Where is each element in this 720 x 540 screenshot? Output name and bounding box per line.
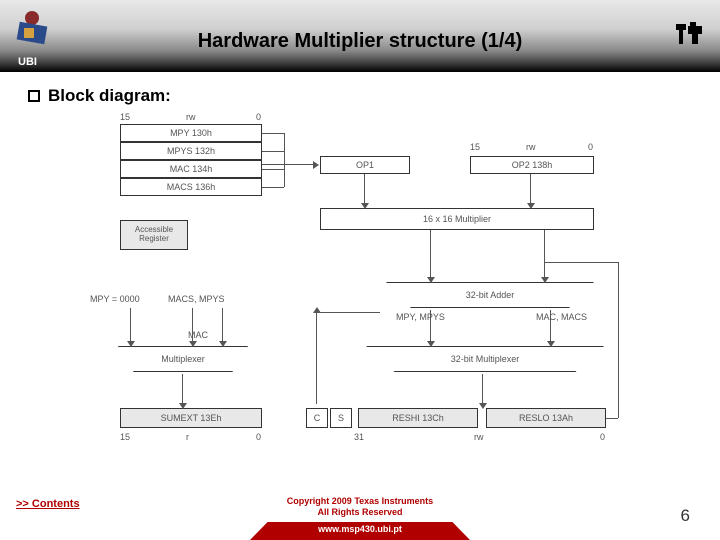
multiplier-block: 16 x 16 Multiplier — [320, 208, 594, 230]
bit-0-right: 0 — [588, 142, 593, 152]
wire — [544, 230, 545, 278]
lbl-mpy-mpys: MPY, MPYS — [396, 312, 445, 322]
footer-url: www.msp430.ubi.pt — [0, 524, 720, 534]
wire — [430, 310, 431, 342]
bit-15-right: 15 — [470, 142, 480, 152]
copyright-line2: All Rights Reserved — [0, 507, 720, 518]
rw-res: rw — [474, 432, 484, 442]
lbl-macs-mpys: MACS, MPYS — [168, 294, 225, 304]
bullet-text: Block diagram: — [48, 86, 171, 106]
r-sum: r — [186, 432, 189, 442]
lbl-mpy0000: MPY = 0000 — [90, 294, 140, 304]
reg-mac: MAC 134h — [120, 160, 262, 178]
multiplexer-block: Multiplexer — [118, 346, 248, 372]
rw-right: rw — [526, 142, 536, 152]
wire — [222, 308, 223, 342]
slide-title: Hardware Multiplier structure (1/4) — [0, 20, 720, 53]
rw-left: rw — [186, 112, 196, 122]
wire — [316, 312, 380, 313]
wire — [430, 230, 431, 278]
block-diagram: 15 rw 0 MPY 130h MPYS 132h MAC 134h MACS… — [90, 112, 630, 472]
wire — [364, 174, 365, 204]
wire — [482, 374, 483, 404]
wire — [262, 151, 284, 152]
wire — [192, 308, 193, 342]
wire — [182, 374, 183, 404]
bullet-icon — [28, 90, 40, 102]
bit-0-left: 0 — [256, 112, 261, 122]
bullet-heading: Block diagram: — [28, 86, 692, 106]
ubi-logo — [10, 6, 54, 50]
reg-reslo: RESLO 13Ah — [486, 408, 606, 428]
wire — [550, 310, 551, 342]
bit-15-sum: 15 — [120, 432, 130, 442]
adder-block: 32-bit Adder — [386, 282, 594, 308]
reg-op2: OP2 138h — [470, 156, 594, 174]
reg-c: C — [306, 408, 328, 428]
footer: >> Contents Copyright 2009 Texas Instrum… — [0, 488, 720, 540]
accessible-register: Accessible Register — [120, 220, 188, 250]
wire — [262, 164, 314, 165]
reg-sumext: SUMEXT 13Eh — [120, 408, 262, 428]
header-bar: Hardware Multiplier structure (1/4) UBI — [0, 0, 720, 72]
ubi-label: UBI — [18, 56, 37, 68]
lbl-mac: MAC — [188, 330, 208, 340]
reg-mpy: MPY 130h — [120, 124, 262, 142]
wire — [316, 312, 317, 404]
wire — [262, 169, 284, 170]
wire — [262, 187, 284, 188]
copyright: Copyright 2009 Texas Instruments All Rig… — [0, 496, 720, 518]
page-number: 6 — [681, 506, 690, 526]
wire — [130, 308, 131, 342]
wire — [530, 174, 531, 204]
reg-mpys: MPYS 132h — [120, 142, 262, 160]
reg-s: S — [330, 408, 352, 428]
reg-op1: OP1 — [320, 156, 410, 174]
copyright-line1: Copyright 2009 Texas Instruments — [0, 496, 720, 507]
wire — [284, 133, 285, 187]
reg-macs: MACS 136h — [120, 178, 262, 196]
wire — [544, 262, 618, 263]
lbl-mac-macs: MAC, MACS — [536, 312, 587, 322]
ti-logo — [672, 16, 708, 52]
wire — [262, 133, 284, 134]
big-multiplexer-block: 32-bit Multiplexer — [366, 346, 604, 372]
bit-0-sum: 0 — [256, 432, 261, 442]
wire — [606, 418, 618, 419]
reg-reshi: RESHI 13Ch — [358, 408, 478, 428]
bit-31-res: 31 — [354, 432, 364, 442]
bit-15-left: 15 — [120, 112, 130, 122]
wire — [618, 262, 619, 418]
bit-0-res: 0 — [600, 432, 605, 442]
body: Block diagram: 15 rw 0 MPY 130h MPYS 132… — [0, 72, 720, 472]
